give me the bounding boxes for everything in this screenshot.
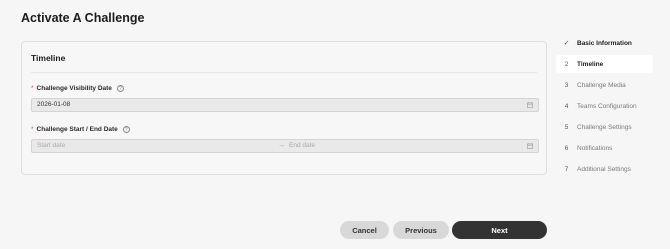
step-number: 7 (564, 165, 569, 173)
step-number: 6 (564, 144, 569, 152)
step-number: 5 (564, 123, 569, 131)
step-notifications[interactable]: 6 Notifications (556, 139, 653, 157)
start-date-placeholder[interactable]: Start date (37, 142, 65, 149)
cancel-button[interactable]: Cancel (340, 221, 389, 239)
step-timeline[interactable]: 2 Timeline (556, 55, 653, 73)
visibility-date-label-text: Challenge Visibility Date (36, 85, 112, 92)
step-label: Notifications (577, 144, 613, 152)
step-additional-settings[interactable]: 7 Additional Settings (556, 160, 653, 178)
help-icon[interactable]: ? (116, 85, 124, 92)
step-label: Basic Information (577, 39, 632, 47)
arrow-right-icon: → (278, 142, 285, 149)
start-end-date-label: * Challenge Start / End Date ? (31, 126, 130, 133)
divider (31, 72, 537, 73)
step-label: Teams Configuration (577, 102, 637, 110)
required-marker: * (31, 126, 34, 133)
check-icon: ✓ (563, 40, 570, 47)
next-button[interactable]: Next (452, 221, 547, 239)
timeline-card: Timeline * Challenge Visibility Date ? 2… (21, 41, 547, 175)
step-number: 4 (564, 102, 569, 110)
step-challenge-settings[interactable]: 5 Challenge Settings (556, 118, 653, 136)
step-label: Challenge Media (577, 81, 626, 89)
step-number: 2 (564, 60, 569, 68)
visibility-date-input[interactable]: 2026-01-08 (31, 98, 539, 112)
step-navigation: ✓ Basic Information 2 Timeline 3 Challen… (556, 34, 653, 181)
date-range-input[interactable]: Start date → End date (31, 139, 539, 153)
step-challenge-media[interactable]: 3 Challenge Media (556, 76, 653, 94)
step-label: Challenge Settings (577, 123, 632, 131)
help-icon[interactable]: ? (122, 126, 130, 133)
step-label: Additional Settings (577, 165, 631, 173)
page-title: Activate A Challenge (21, 11, 145, 25)
previous-button[interactable]: Previous (393, 221, 449, 239)
calendar-icon[interactable] (527, 143, 533, 149)
calendar-icon[interactable] (527, 102, 533, 108)
card-title: Timeline (31, 53, 66, 63)
required-marker: * (31, 85, 34, 92)
step-basic-information[interactable]: ✓ Basic Information (556, 34, 653, 52)
step-number: 3 (564, 81, 569, 89)
visibility-date-label: * Challenge Visibility Date ? (31, 85, 124, 92)
start-end-date-label-text: Challenge Start / End Date (36, 126, 118, 133)
step-teams-configuration[interactable]: 4 Teams Configuration (556, 97, 653, 115)
visibility-date-value: 2026-01-08 (37, 101, 71, 108)
end-date-placeholder[interactable]: End date (289, 140, 315, 152)
step-label: Timeline (577, 60, 604, 68)
